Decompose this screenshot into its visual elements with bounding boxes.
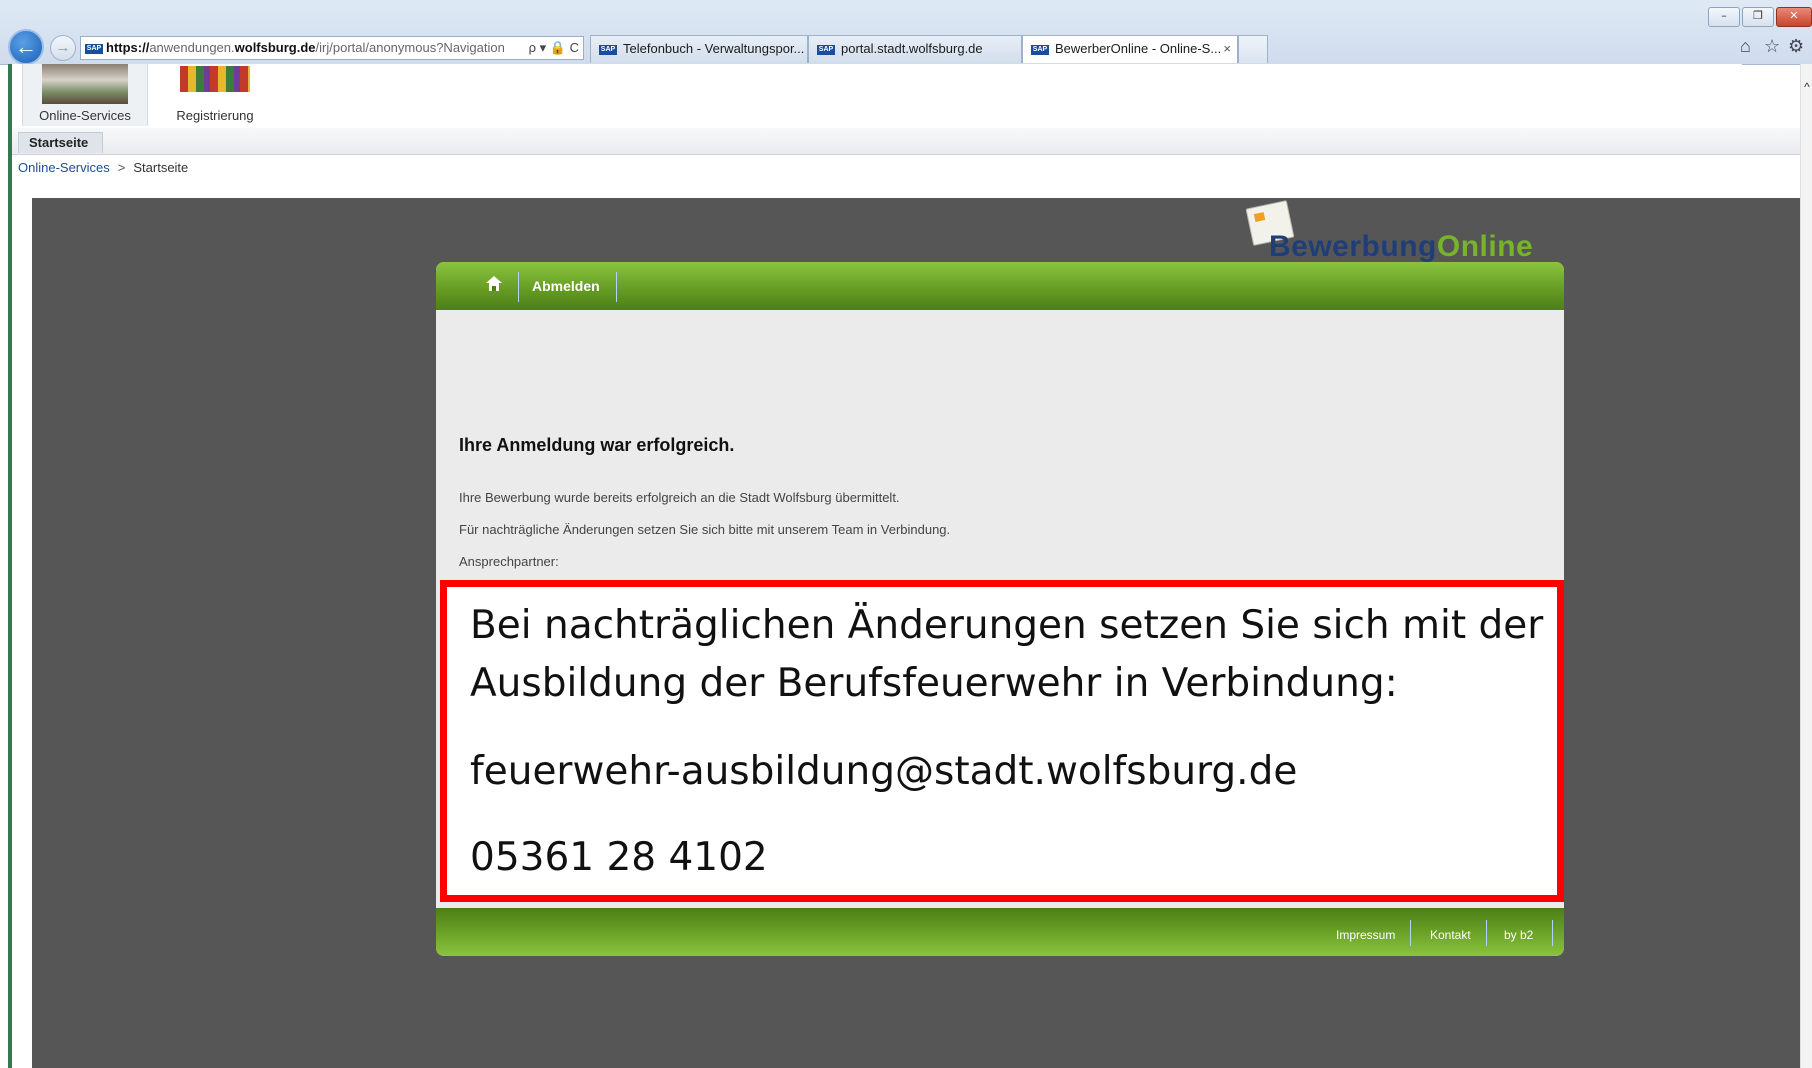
back-arrow-icon: ← [15,34,37,59]
info-text-changes: Für nachträgliche Änderungen setzen Sie … [459,522,951,537]
sap-favicon-icon: SAP [85,43,103,54]
top-item-label: Online-Services [39,108,131,123]
portal-top-navigation [12,64,1742,128]
footer-divider [1486,920,1487,946]
header-divider [616,272,617,302]
logo-text-online: Online [1436,230,1534,263]
panel-header: Abmelden [436,262,1564,310]
breadcrumb-separator: > [117,160,126,175]
info-text-submitted: Ihre Bewerbung wurde bereits erfolgreich… [459,490,900,505]
logout-link[interactable]: Abmelden [532,278,600,294]
logo-text-bewerbung: Bewerbung [1269,230,1437,263]
forward-button[interactable]: → [50,35,76,61]
breadcrumb-current: Startseite [133,160,189,175]
header-divider [518,272,519,302]
settings-gear-icon[interactable]: ⚙ [1788,36,1804,57]
minimize-button[interactable]: – [1708,7,1740,27]
top-item-online-services[interactable]: Online-Services [22,64,148,126]
url-host-prefix: anwendungen. [149,40,235,55]
sap-favicon-icon: SAP [817,44,835,55]
bewerbung-online-logo: BewerbungOnline [1245,200,1555,264]
breadcrumb: Online-Services > Startseite [18,160,188,175]
tab-label: Telefonbuch - Verwaltungspor... [623,41,805,56]
tab-portal[interactable]: SAP portal.stadt.wolfsburg.de [808,35,1022,63]
footer-divider [1552,920,1553,946]
kontakt-link[interactable]: Kontakt [1430,928,1471,942]
page-scrollbar[interactable]: ^ [1800,64,1812,1068]
address-bar[interactable]: SAP https://anwendungen.wolfsburg.de/irj/… [80,36,584,60]
success-heading: Ihre Anmeldung war erfolgreich. [459,435,735,455]
footer-divider [1410,920,1411,946]
home-icon[interactable]: ⌂ [1740,36,1751,57]
scroll-up-icon[interactable]: ^ [1801,80,1812,94]
sap-favicon-icon: SAP [599,44,617,55]
top-item-label: Registrierung [176,108,254,123]
notice-line-2: Ausbildung der Berufsfeuerwehr in Verbin… [470,661,1398,706]
portal-tab-strip [12,128,1800,155]
notice-email: feuerwehr-ausbildung@stadt.wolfsburg.de [470,749,1298,794]
contact-notice-box: Bei nachträglichen Änderungen setzen Sie… [440,580,1564,902]
close-window-button[interactable]: ✕ [1776,7,1812,27]
contact-label: Ansprechpartner: [459,554,559,569]
notice-line-1: Bei nachträglichen Änderungen setzen Sie… [470,603,1544,648]
back-button[interactable]: ← [8,29,44,65]
breadcrumb-online-services[interactable]: Online-Services [18,160,110,175]
forward-arrow-icon: → [55,39,71,56]
sap-favicon-icon: SAP [1031,44,1049,55]
tab-bewerberonline[interactable]: SAP BewerberOnline - Online-S... × [1022,35,1238,63]
favorites-star-icon[interactable]: ☆ [1764,36,1780,57]
close-tab-icon[interactable]: × [1223,36,1231,62]
tab-label: BewerberOnline - Online-S... [1055,41,1222,56]
url-scheme: https:// [106,40,150,55]
tab-startseite[interactable]: Startseite [18,132,104,153]
home-icon[interactable] [486,276,502,292]
new-tab-button[interactable] [1238,35,1268,63]
restore-button[interactable]: ❐ [1742,7,1774,27]
top-item-registrierung[interactable]: Registrierung [160,64,270,126]
building-photo-icon [42,64,128,104]
address-tools-icons[interactable]: ρ ▾ 🔒 C [528,37,579,59]
impressum-link[interactable]: Impressum [1336,928,1395,942]
url-host: wolfsburg.de [234,40,316,55]
panel-footer: Impressum Kontakt by b2 [436,908,1564,956]
by-b2-link[interactable]: by b2 [1504,928,1533,942]
window-controls: – ❐ ✕ [1708,7,1812,27]
people-figures-icon [180,66,250,92]
tab-label: portal.stadt.wolfsburg.de [841,41,983,56]
tab-telefonbuch[interactable]: SAP Telefonbuch - Verwaltungspor... [590,35,808,63]
notice-phone: 05361 28 4102 [470,835,768,880]
url-path: /irj/portal/anonymous?Navigation [315,40,505,55]
left-frame-border [8,64,12,1068]
